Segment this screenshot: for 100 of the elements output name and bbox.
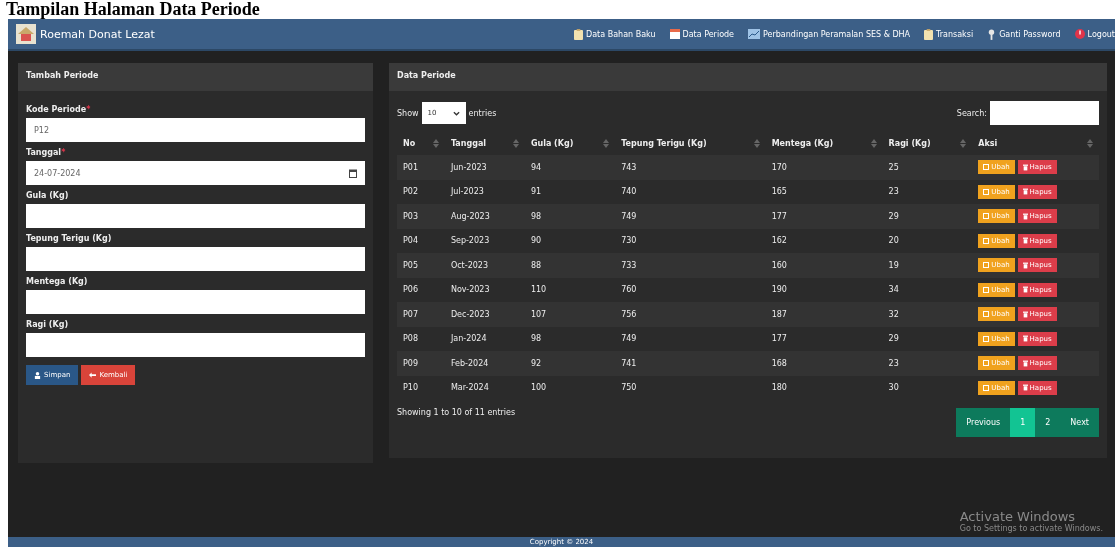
table-cell: Aug-2023 [444,204,525,229]
sort-icon [753,138,760,148]
trash-icon [1022,212,1028,220]
page-button[interactable]: 2 [1035,408,1061,437]
table-cell: 91 [524,179,616,204]
activation-notice-title: Activate Windows [959,509,1077,524]
table-cell: 160 [765,253,883,278]
edit-icon [983,188,990,195]
arrow-left-icon [89,372,97,378]
clipboard-icon [574,28,584,40]
table-cell: 23 [882,179,973,204]
brand-name[interactable]: Roemah Donat Lezat [40,27,155,41]
page-button[interactable]: Next [1060,408,1099,437]
edit-icon [983,164,990,171]
table-cell: Dec-2023 [444,302,525,327]
table-cell: 92 [524,351,616,376]
table-cell: 107 [524,302,616,327]
table-cell: 25 [882,155,973,180]
table-cell: Jul-2023 [444,179,525,204]
entries-info: Showing 1 to 10 of 11 entries [397,408,516,417]
trash-icon [1022,261,1028,269]
input-field[interactable] [26,333,365,357]
table-cell: 29 [882,204,973,229]
card-title: Data Periode [389,63,1107,91]
field-label: Tanggal* [26,148,67,157]
table-cell: Jan-2024 [444,326,525,351]
nav-link[interactable]: Perbandingan Peramalan SES & DHA [748,28,911,40]
table-cell: 162 [765,228,883,253]
input-field[interactable]: P12 [26,118,365,142]
field-label: Gula (Kg) [26,191,70,200]
table-cell: 98 [524,204,616,229]
table-cell: P01 [397,155,445,180]
sort-icon [960,138,967,148]
trash-icon [1022,384,1028,392]
page-caption: Tampilan Halaman Data Periode [5,0,261,19]
table-cell: 743 [615,155,766,180]
nav-link[interactable]: Data Bahan Baku [574,28,656,40]
nav-link[interactable]: Logout [1074,28,1115,40]
table-cell: 180 [765,375,883,400]
input-field[interactable] [26,290,365,314]
edit-icon [983,360,990,367]
edit-icon [983,286,990,293]
house-logo-icon [16,24,36,44]
table-cell: 741 [615,351,766,376]
table-cell: 177 [765,204,883,229]
sort-icon [870,138,877,148]
user-icon [34,371,41,379]
table-cell: 165 [765,179,883,204]
trash-icon [1022,188,1028,196]
card-title: Tambah Periode [18,63,373,91]
sort-icon [603,138,610,148]
table-cell: 168 [765,351,883,376]
edit-icon [983,262,990,269]
trash-icon [1022,335,1028,343]
column-header[interactable]: Gula (Kg) [524,131,616,155]
table-cell: P03 [397,204,445,229]
table-cell: P09 [397,351,445,376]
table-cell: 190 [765,277,883,302]
clipboard-icon [924,28,934,40]
table-cell: 29 [882,326,973,351]
table-cell: 20 [882,228,973,253]
edit-icon [983,311,990,318]
table-cell: 90 [524,228,616,253]
chevron-down-icon [452,110,460,116]
search-field[interactable] [990,101,1099,125]
edit-icon [983,335,990,342]
column-header[interactable]: Mentega (Kg) [765,131,883,155]
edit-icon [983,237,990,244]
table-cell: P08 [397,326,445,351]
table-cell: P05 [397,253,445,278]
nav-link[interactable]: Ganti Password [987,28,1061,40]
nav-link[interactable]: Data Periode [669,28,735,40]
activation-notice-text: Go to Settings to activate Windows. [959,524,1103,533]
sort-icon [1087,138,1093,148]
trash-icon [1022,310,1028,318]
column-header[interactable]: Ragi (Kg) [882,131,973,155]
trash-icon [1022,237,1028,245]
show-label: Show [397,108,419,118]
column-header[interactable]: Tanggal [444,131,525,155]
input-field[interactable] [26,247,365,271]
table-cell: 730 [615,228,766,253]
table-cell: 177 [765,326,883,351]
power-icon [1074,29,1085,39]
field-label: Ragi (Kg) [26,320,70,329]
table-cell: 170 [765,155,883,180]
date-field[interactable]: 24-07-2024 [26,161,365,185]
table-cell: Oct-2023 [444,253,525,278]
table-cell: 756 [615,302,766,327]
table-cell: Jun-2023 [444,155,525,180]
field-label: Mentega (Kg) [26,277,89,286]
column-header[interactable]: Aksi [972,131,1099,155]
page-button[interactable]: 1 [1010,408,1036,437]
nav-link[interactable]: Transaksi [924,28,974,40]
table-cell: 110 [524,277,616,302]
table-cell: 23 [882,351,973,376]
column-header[interactable]: No [397,131,445,155]
table-cell: 19 [882,253,973,278]
page-button[interactable]: Previous [956,408,1011,437]
column-header[interactable]: Tepung Terigu (Kg) [615,131,766,155]
input-field[interactable] [26,204,365,228]
